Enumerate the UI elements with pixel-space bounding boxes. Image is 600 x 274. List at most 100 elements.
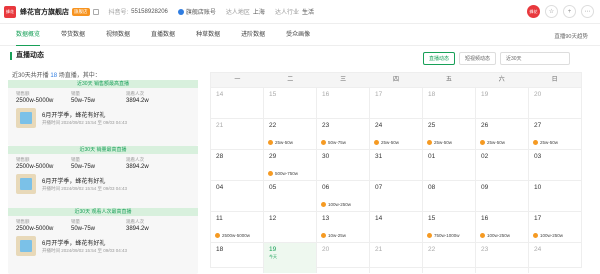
calendar-day[interactable]: 24 — [528, 243, 581, 273]
calendar-day[interactable]: 22 — [422, 243, 475, 273]
day-number: 13 — [322, 215, 330, 222]
live-event[interactable]: 10w-25w — [321, 233, 346, 238]
live-sales-range: 10w-25w — [328, 233, 347, 238]
metric-label: 观看人次 — [126, 157, 144, 162]
avatar[interactable]: 蜂花 — [527, 5, 540, 18]
calendar-day[interactable]: 21 — [369, 243, 422, 273]
calendar-day[interactable]: 17 100w-250w — [528, 212, 581, 242]
day-number: 20 — [534, 91, 542, 98]
period-select[interactable]: 近30天 — [500, 52, 570, 65]
day-number: 17 — [534, 215, 542, 222]
tab-seeding[interactable]: 种草数据 — [196, 24, 220, 46]
live-title[interactable]: 6月开学季，蜂花有好礼 — [42, 238, 127, 247]
calendar-day[interactable]: 21 — [211, 119, 263, 149]
add-icon[interactable]: + — [563, 5, 576, 18]
live-dynamic-button[interactable]: 直播动态 — [422, 52, 455, 65]
calendar-day[interactable]: 20 — [316, 243, 369, 273]
calendar-day[interactable]: 24 25w-50w — [369, 119, 422, 149]
live-event[interactable]: 500w-750w — [268, 171, 298, 176]
tab-audience[interactable]: 受众画像 — [286, 24, 310, 46]
day-number: 09 — [481, 184, 489, 191]
calendar-day[interactable]: 15 — [263, 88, 316, 118]
live-cover-thumbnail[interactable] — [16, 236, 36, 256]
calendar-day[interactable]: 19 — [475, 88, 528, 118]
follow-star-icon[interactable]: ☆ — [545, 5, 558, 18]
calendar-day[interactable]: 25 25w-50w — [422, 119, 475, 149]
calendar-day[interactable]: 01 — [422, 150, 475, 180]
card-metric-values: 2500w-5000w 50w-75w 3894.2w — [8, 98, 198, 104]
live-event[interactable]: 750w-1000w — [427, 233, 460, 238]
card-live-info: 6月开学季，蜂花有好礼 开播时间 2024/09/02 15:54 至 09/03… — [8, 236, 198, 256]
live-cover-thumbnail[interactable] — [16, 108, 36, 128]
calendar-day[interactable]: 22 25w-50w — [263, 119, 316, 149]
calendar-day[interactable]: 29 500w-750w — [263, 150, 316, 180]
card-live-info: 6月开学季，蜂花有好礼 开播时间 2024/09/02 15:54 至 09/03… — [8, 108, 198, 128]
calendar-day[interactable]: 07 — [369, 181, 422, 211]
live-event[interactable]: 25w-50w — [480, 140, 505, 145]
live-event[interactable]: 2500w-5000w — [215, 233, 250, 238]
calendar-day[interactable]: 17 — [369, 88, 422, 118]
live-event[interactable]: 100w-250w — [480, 233, 510, 238]
calendar-day[interactable]: 20 — [528, 88, 581, 118]
calendar-day[interactable]: 30 — [316, 150, 369, 180]
verify-badge-label: 旗舰店账号 — [185, 10, 216, 16]
calendar-day[interactable]: 03 — [528, 150, 581, 180]
card-metric-values: 2500w-5000w 50w-75w 3894.2w — [8, 164, 198, 170]
day-number: 17 — [375, 91, 383, 98]
live-event[interactable]: 25w-50w — [374, 140, 399, 145]
tab-live[interactable]: 直播数据 — [151, 24, 175, 46]
tab-bar: 数据概览 带货数据 视频数据 直播数据 种草数据 进阶数据 受众画像 — [0, 24, 600, 46]
calendar-day[interactable]: 02 — [475, 150, 528, 180]
top-live-card[interactable]: 近30天 观看人次最高直播 销售额 销量 观看人次 2500w-5000w 50w-75w… — [8, 208, 198, 274]
tab-sales[interactable]: 带货数据 — [61, 24, 85, 46]
copy-icon[interactable] — [92, 8, 99, 15]
calendar-day[interactable]: 31 — [369, 150, 422, 180]
live-event[interactable]: 25w-50w — [268, 140, 293, 145]
calendar-day[interactable]: 04 — [211, 181, 263, 211]
calendar-day[interactable]: 08 — [422, 181, 475, 211]
calendar-day[interactable]: 14 — [211, 88, 263, 118]
live-dot-icon — [374, 140, 379, 145]
calendar-day[interactable]: 23 50w-75w — [316, 119, 369, 149]
tab-advanced[interactable]: 进阶数据 — [241, 24, 265, 46]
calendar-day[interactable]: 15 750w-1000w — [422, 212, 475, 242]
live-title[interactable]: 6月开学季，蜂花有好礼 — [42, 110, 127, 119]
live-cover-thumbnail[interactable] — [16, 174, 36, 194]
calendar-day[interactable]: 28 — [211, 150, 263, 180]
calendar-day[interactable]: 18 — [422, 88, 475, 118]
video-dynamic-button[interactable]: 短视频动态 — [458, 52, 496, 65]
tab-video[interactable]: 视频数据 — [106, 24, 130, 46]
tab-overview[interactable]: 数据概览 — [16, 24, 41, 46]
live-event[interactable]: 25w-50w — [533, 140, 558, 145]
live-event[interactable]: 100w-250w — [533, 233, 563, 238]
calendar-day[interactable]: 13 10w-25w — [316, 212, 369, 242]
calendar-day[interactable]: 16 — [316, 88, 369, 118]
trend-link[interactable]: 直播90天趋势 — [554, 32, 588, 40]
more-icon[interactable]: ⋯ — [581, 5, 594, 18]
live-event[interactable]: 50w-75w — [321, 140, 346, 145]
calendar-day[interactable]: 11 2500w-5000w — [211, 212, 263, 242]
top-live-card[interactable]: 近30天 销售额最高直播 销售额 销量 观看人次 2500w-5000w 50w-75w 3… — [8, 80, 198, 146]
live-event[interactable]: 25w-50w — [427, 140, 452, 145]
live-sales-range: 100w-250w — [487, 233, 511, 238]
calendar-day[interactable]: 18 — [211, 243, 263, 273]
day-number: 21 — [375, 246, 383, 253]
live-title[interactable]: 6月开学季，蜂花有好礼 — [42, 176, 127, 185]
calendar-day[interactable]: 16 100w-250w — [475, 212, 528, 242]
day-number: 24 — [375, 122, 383, 129]
calendar-day[interactable]: 05 — [263, 181, 316, 211]
calendar-day[interactable]: 06 100w-250w — [316, 181, 369, 211]
calendar-day[interactable]: 27 25w-50w — [528, 119, 581, 149]
calendar-day[interactable]: 14 — [369, 212, 422, 242]
live-event[interactable]: 100w-250w — [321, 202, 351, 207]
calendar-day[interactable]: 23 — [475, 243, 528, 273]
calendar-day[interactable]: 26 25w-50w — [475, 119, 528, 149]
calendar-day[interactable]: 19 今天 — [263, 243, 316, 273]
day-number: 19 — [269, 246, 277, 253]
top-live-card[interactable]: 近30天 销量最高直播 销售额 销量 观看人次 2500w-5000w 50w-75w 38… — [8, 146, 198, 212]
calendar-day[interactable]: 09 — [475, 181, 528, 211]
calendar-week-row: 18 19 今天 20 21 22 23 24 — [211, 242, 581, 273]
calendar-day[interactable]: 10 — [528, 181, 581, 211]
calendar-day[interactable]: 12 — [263, 212, 316, 242]
metric-value: 50w-75w — [71, 226, 96, 232]
